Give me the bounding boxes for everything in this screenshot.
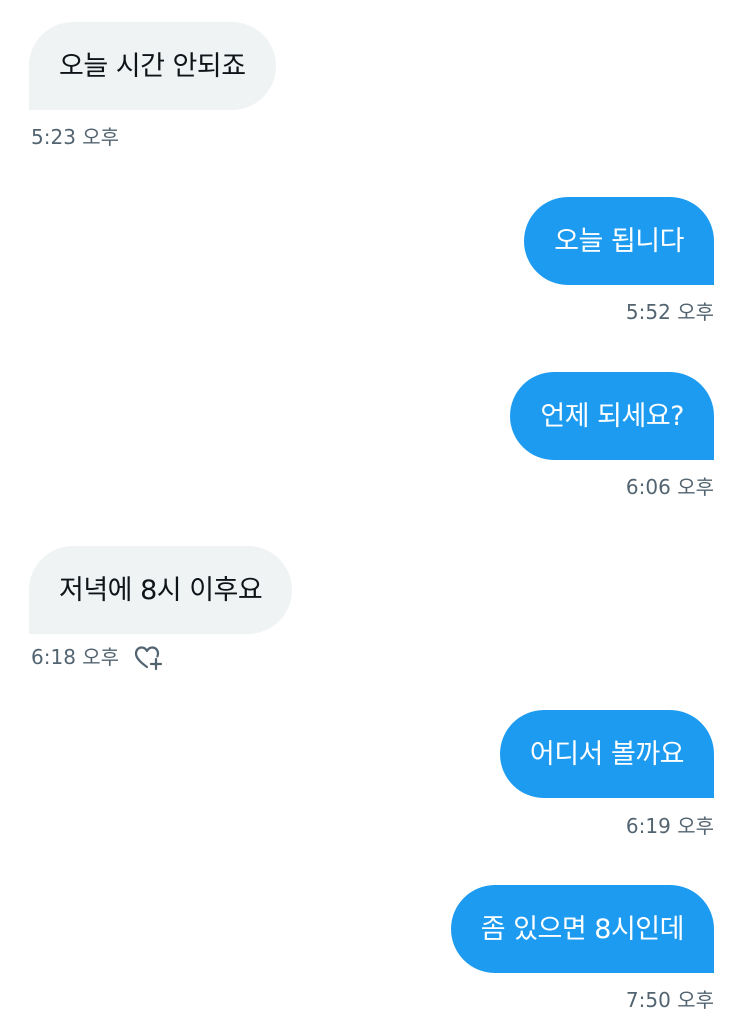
- message-bubble-received[interactable]: 저녁에 8시 이후요: [29, 546, 293, 634]
- message-bubble-received[interactable]: 오늘 시간 안되죠: [29, 22, 276, 110]
- message-timestamp: 7:50 오후: [625, 988, 714, 1012]
- message-text: 언제 되세요?: [540, 400, 684, 432]
- message-text: 어디서 볼까요: [529, 738, 685, 770]
- message-timestamp: 6:19 오후: [625, 814, 714, 838]
- message-text: 저녁에 8시 이후요: [59, 574, 263, 606]
- heart-plus-icon[interactable]: [134, 645, 164, 671]
- message-timestamp: 5:52 오후: [625, 300, 714, 324]
- message-bubble-sent[interactable]: 오늘 됩니다: [524, 197, 714, 285]
- message-text: 오늘 됩니다: [554, 225, 684, 257]
- message-timestamp: 5:23 오후: [31, 125, 120, 149]
- message-text: 오늘 시간 안되죠: [59, 50, 246, 82]
- message-bubble-sent[interactable]: 좀 있으면 8시인데: [450, 885, 714, 973]
- message-bubble-sent[interactable]: 언제 되세요?: [510, 372, 714, 460]
- message-text: 좀 있으면 8시인데: [480, 913, 685, 945]
- message-timestamp: 6:06 오후: [625, 475, 714, 499]
- message-bubble-sent[interactable]: 어디서 볼까요: [499, 710, 714, 798]
- message-timestamp: 6:18 오후: [31, 645, 120, 669]
